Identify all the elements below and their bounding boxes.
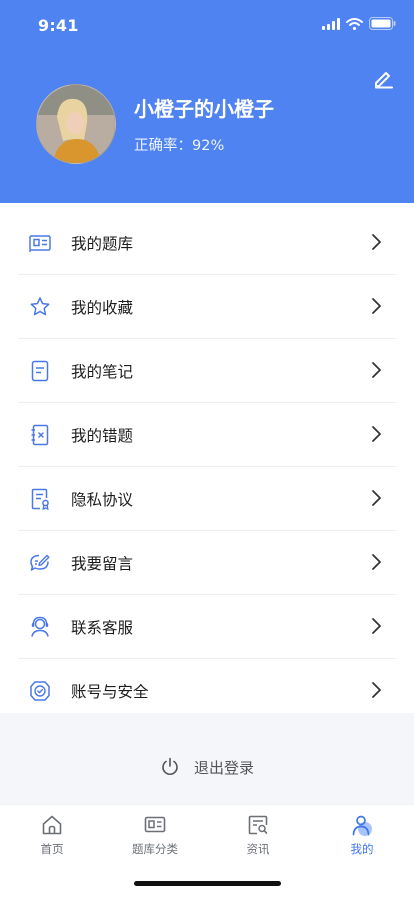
username: 小橙子的小橙子 [134, 97, 274, 121]
chevron-right-icon [372, 362, 381, 378]
edit-profile-button[interactable] [372, 66, 396, 90]
shield-check-icon [30, 681, 50, 701]
accuracy-rate: 正确率：92% [134, 138, 225, 154]
settings-menu: 我的题库 我的收藏 我的笔记 我的错题 隐私协议 我要留言 联系客服 账号与安全 [0, 211, 414, 722]
chevron-right-icon [372, 682, 381, 698]
menu-item-privacy-policy[interactable]: 隐私协议 [18, 467, 396, 531]
menu-item-label: 我的题库 [71, 235, 134, 253]
question-bank-icon [29, 235, 51, 252]
menu-item-label: 我的收藏 [71, 299, 134, 317]
menu-item-customer-service[interactable]: 联系客服 [18, 595, 396, 659]
chevron-right-icon [372, 618, 381, 634]
tab-label: 我的 [350, 842, 374, 856]
menu-item-leave-message[interactable]: 我要留言 [18, 531, 396, 595]
cellular-signal-icon [322, 17, 340, 30]
wifi-icon [346, 17, 363, 30]
menu-item-label: 隐私协议 [71, 491, 134, 509]
status-icons [322, 17, 396, 30]
menu-item-favorites[interactable]: 我的收藏 [18, 275, 396, 339]
logout-label: 退出登录 [193, 758, 254, 777]
message-pen-icon [30, 554, 50, 571]
menu-item-label: 账号与安全 [71, 683, 149, 701]
chevron-right-icon [372, 490, 381, 506]
tab-news[interactable]: 资讯 [218, 813, 298, 857]
tab-home[interactable]: 首页 [12, 813, 92, 857]
home-icon [42, 815, 62, 835]
avatar[interactable] [36, 84, 116, 164]
chevron-right-icon [372, 234, 381, 250]
customer-service-icon [31, 616, 49, 637]
menu-item-wrong-answers[interactable]: 我的错题 [18, 403, 396, 467]
chevron-right-icon [372, 554, 381, 570]
battery-icon [369, 17, 396, 30]
menu-item-notes[interactable]: 我的笔记 [18, 339, 396, 403]
menu-item-label: 我的错题 [71, 427, 134, 445]
avatar-photo [37, 85, 115, 163]
user-icon [352, 815, 372, 836]
status-bar: 9:41 [0, 0, 414, 50]
chevron-right-icon [372, 298, 381, 314]
tab-label: 资讯 [246, 842, 270, 856]
menu-item-label: 我的笔记 [71, 363, 134, 381]
logout-section: 退出登录 [0, 713, 414, 804]
home-indicator [134, 881, 281, 886]
chevron-right-icon [372, 426, 381, 442]
logout-button[interactable]: 退出登录 [0, 753, 414, 781]
profile-header: 9:41 小橙子的小橙子 正确率：92% [0, 0, 414, 203]
notes-icon [31, 360, 49, 382]
menu-item-label: 联系客服 [71, 619, 134, 637]
privacy-document-icon [31, 488, 49, 511]
tab-category[interactable]: 题库分类 [115, 813, 195, 857]
tab-label: 题库分类 [132, 842, 178, 856]
news-search-icon [248, 815, 268, 835]
tab-label: 首页 [40, 842, 64, 856]
menu-item-label: 我要留言 [71, 555, 134, 573]
power-icon [162, 757, 178, 775]
star-icon [30, 297, 50, 316]
status-time: 9:41 [38, 16, 79, 35]
menu-item-question-bank[interactable]: 我的题库 [18, 211, 396, 275]
tab-mine[interactable]: 我的 [322, 813, 402, 857]
wrong-answers-icon [31, 424, 49, 446]
category-icon [144, 816, 166, 833]
